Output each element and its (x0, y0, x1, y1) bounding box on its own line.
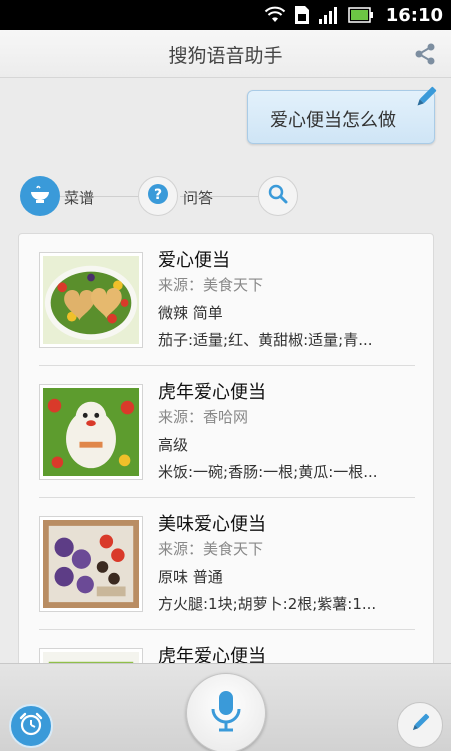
alarm-clock-icon (17, 710, 45, 742)
recipe-thumbnail (39, 516, 143, 612)
recipe-source: 来源：美食天下 (158, 276, 264, 294)
list-item[interactable]: 美味爱心便当 来源：美食天下 原味 普通 方火腿:1块;胡萝卜:2根;紫薯:1.… (19, 498, 433, 630)
clock-time: 16:10 (385, 4, 443, 26)
list-item[interactable]: 爱心便当 来源：美食天下 微辣 简单 茄子:适量;红、黄甜椒:适量;青... (19, 234, 433, 366)
alarm-button[interactable] (9, 704, 53, 748)
category-tabs: 菜谱 ? 问答 (0, 172, 451, 220)
sim-icon (294, 5, 310, 25)
microphone-icon (208, 689, 244, 737)
query-bubble[interactable]: 爱心便当怎么做 (247, 86, 437, 144)
recipe-taste: 原味 普通 (158, 568, 223, 586)
search-icon (266, 182, 290, 210)
pencil-icon (408, 711, 432, 739)
tab-search[interactable] (258, 176, 298, 216)
recipe-taste: 高级 (158, 436, 189, 454)
list-item[interactable]: 虎年爱心便当 来源：香哈网 高级 米饭:一碗;香肠:一根;黄瓜:一根... (19, 366, 433, 498)
query-text: 爱心便当怎么做 (270, 110, 396, 131)
recipe-source: 来源：美食天下 (158, 540, 264, 558)
recipe-name: 爱心便当 (158, 250, 230, 271)
recipe-thumbnail (39, 252, 143, 348)
recipe-thumbnail (39, 384, 143, 480)
question-icon: ? (146, 182, 170, 210)
tab-qa[interactable]: ? (138, 176, 178, 216)
recipe-source: 来源：香哈网 (158, 408, 249, 426)
signal-icon (318, 5, 340, 25)
microphone-button[interactable] (186, 673, 266, 751)
svg-text:?: ? (154, 187, 162, 203)
recipe-ingredients: 方火腿:1块;胡萝卜:2根;紫薯:1... (158, 595, 377, 613)
recipe-ingredients: 米饭:一碗;香肠:一根;黄瓜:一根... (158, 463, 378, 481)
status-bar: 16:10 (0, 0, 451, 30)
page-title: 搜狗语音助手 (168, 45, 283, 67)
app-header: 搜狗语音助手 (0, 30, 451, 78)
tab-recipes-label[interactable]: 菜谱 (64, 187, 94, 208)
recipe-name: 美味爱心便当 (158, 514, 266, 535)
share-icon[interactable] (413, 42, 437, 66)
pencil-icon[interactable] (412, 83, 440, 111)
wifi-icon (264, 6, 286, 24)
tab-qa-label[interactable]: 问答 (183, 187, 213, 208)
results-card: 爱心便当 来源：美食天下 微辣 简单 茄子:适量;红、黄甜椒:适量;青... 虎… (18, 233, 434, 673)
bowl-icon (28, 182, 52, 210)
tab-recipes[interactable] (20, 176, 60, 216)
battery-icon (347, 7, 374, 23)
recipe-name: 虎年爱心便当 (158, 382, 266, 403)
edit-button[interactable] (397, 702, 443, 748)
recipe-ingredients: 茄子:适量;红、黄甜椒:适量;青... (158, 331, 373, 349)
recipe-taste: 微辣 简单 (158, 304, 223, 322)
